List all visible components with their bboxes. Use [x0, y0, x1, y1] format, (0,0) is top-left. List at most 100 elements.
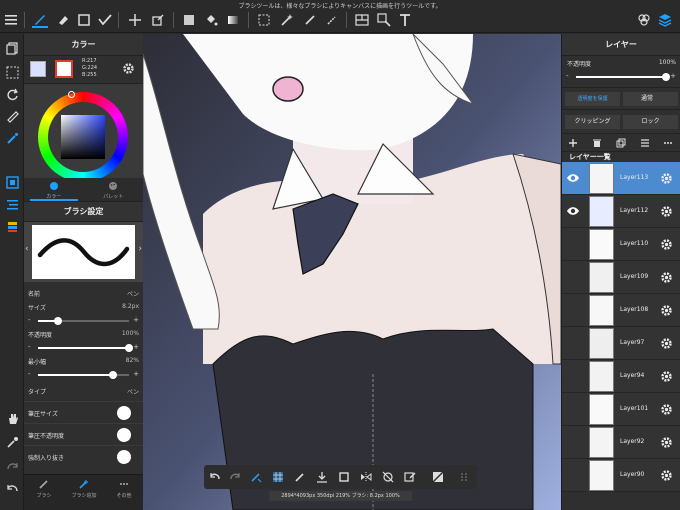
layer-row[interactable]: Layer109 — [562, 261, 680, 294]
layer-row[interactable]: Layer113 — [562, 162, 680, 195]
plus-icon[interactable]: + — [670, 72, 676, 80]
drawing-canvas[interactable] — [143, 34, 561, 510]
gear-icon[interactable] — [660, 337, 673, 352]
hue-marker[interactable] — [68, 91, 75, 98]
gear-icon[interactable] — [660, 370, 673, 385]
slider-knob[interactable] — [54, 317, 63, 325]
eyedropper-icon[interactable] — [4, 434, 20, 450]
plus-icon[interactable]: + — [133, 343, 139, 351]
color-panel-icon[interactable] — [4, 174, 20, 190]
main-color-swatch[interactable] — [30, 61, 46, 77]
hand-icon[interactable] — [4, 410, 20, 426]
layer-row[interactable]: Layer97 — [562, 327, 680, 360]
slider-track[interactable] — [38, 317, 129, 325]
download-icon[interactable] — [314, 469, 330, 485]
slider-track[interactable] — [576, 73, 670, 81]
slider-knob[interactable] — [125, 344, 133, 352]
tab-more[interactable]: その他 — [104, 479, 144, 499]
eye-hidden-slot[interactable] — [566, 370, 580, 382]
slider-knob[interactable] — [108, 371, 117, 379]
pen-select-icon[interactable] — [302, 12, 318, 28]
blend-mode-select[interactable]: 通常 — [623, 92, 678, 106]
pen-icon[interactable] — [292, 469, 308, 485]
move-icon[interactable] — [127, 12, 143, 28]
layer-row[interactable]: Layer92 — [562, 426, 680, 459]
menu-icon[interactable] — [3, 12, 19, 28]
clipping-button[interactable]: クリッピング — [565, 115, 620, 129]
magic-wand-icon[interactable] — [279, 12, 295, 28]
minus-icon[interactable]: - — [28, 343, 31, 351]
lock-button[interactable]: ロック — [623, 115, 678, 129]
rotate-lock-icon[interactable] — [380, 469, 396, 485]
layer-row[interactable]: Layer110 — [562, 228, 680, 261]
layer-row[interactable]: Layer112 — [562, 195, 680, 228]
edit-icon[interactable] — [402, 469, 418, 485]
tab-brush[interactable]: ブラシ — [24, 479, 64, 499]
eye-hidden-slot[interactable] — [566, 238, 580, 250]
gear-icon[interactable] — [122, 62, 135, 77]
frame-icon[interactable] — [354, 12, 370, 28]
layer-row[interactable]: Layer101 — [562, 393, 680, 426]
redo-icon[interactable] — [4, 458, 20, 474]
eye-hidden-slot[interactable] — [566, 469, 580, 481]
hue-wheel[interactable] — [38, 91, 128, 182]
pressure-size-toggle[interactable] — [117, 406, 131, 420]
trash-icon[interactable] — [591, 137, 603, 149]
more-icon[interactable] — [662, 137, 674, 149]
layer-opacity-slider[interactable]: - + — [562, 70, 680, 83]
material-icon[interactable] — [636, 12, 652, 28]
stroke-correction-icon[interactable] — [248, 469, 264, 485]
pages-icon[interactable] — [4, 40, 20, 56]
fill-color-icon[interactable] — [181, 12, 197, 28]
select-rect-icon[interactable] — [256, 12, 272, 28]
protect-alpha-button[interactable]: 透明度を保護 — [565, 92, 620, 106]
gear-icon[interactable] — [660, 172, 673, 187]
brush-icon[interactable] — [32, 12, 48, 28]
eye-hidden-slot[interactable] — [566, 436, 580, 448]
minus-icon[interactable]: - — [566, 72, 569, 80]
minus-icon[interactable]: - — [28, 316, 31, 324]
square-icon[interactable] — [76, 12, 92, 28]
slider-knob[interactable] — [662, 73, 670, 81]
grip-icon[interactable] — [456, 469, 472, 485]
tab-brush-add[interactable]: ブラシ追加 — [64, 479, 104, 499]
gear-icon[interactable] — [660, 271, 673, 286]
duplicate-layer-icon[interactable] — [615, 137, 627, 149]
gear-icon[interactable] — [660, 238, 673, 253]
layer-row[interactable]: Layer90 — [562, 459, 680, 492]
text-icon[interactable] — [397, 12, 413, 28]
minus-icon[interactable]: - — [28, 370, 31, 378]
tab-color[interactable]: カラー — [24, 181, 84, 200]
eye-hidden-slot[interactable] — [566, 403, 580, 415]
brush-name-row[interactable]: 名前 ペン — [24, 286, 143, 300]
gear-icon[interactable] — [660, 205, 673, 220]
force-taper-toggle[interactable] — [117, 450, 131, 464]
layer-list-icon[interactable] — [639, 137, 651, 149]
layer-row[interactable]: Layer94 — [562, 360, 680, 393]
opacity-slider[interactable]: - + — [24, 341, 143, 354]
undo-icon[interactable] — [207, 469, 223, 485]
flip-icon[interactable] — [358, 469, 374, 485]
square-icon[interactable] — [336, 469, 352, 485]
brush-settings-icon[interactable] — [4, 218, 20, 234]
eye-hidden-slot[interactable] — [566, 304, 580, 316]
snap-grid-icon[interactable] — [270, 469, 286, 485]
gear-icon[interactable] — [660, 304, 673, 319]
size-slider[interactable]: - + — [24, 314, 143, 327]
type-row[interactable]: タイプ ペン — [24, 381, 143, 401]
saturation-value-square[interactable] — [61, 115, 105, 159]
rotate-icon[interactable] — [4, 86, 20, 102]
filter-icon[interactable] — [430, 469, 446, 485]
bucket-icon[interactable] — [203, 12, 219, 28]
tab-palette[interactable]: パレット — [84, 181, 144, 200]
chevron-left-icon[interactable]: ‹ — [25, 244, 29, 254]
gradient-icon[interactable] — [225, 12, 241, 28]
eye-hidden-slot[interactable] — [566, 337, 580, 349]
pen-icon[interactable] — [97, 12, 113, 28]
eraser-icon[interactable] — [55, 12, 71, 28]
select-pen-icon[interactable] — [324, 12, 340, 28]
layers-icon[interactable] — [657, 12, 673, 28]
min-width-slider[interactable]: - + — [24, 368, 143, 381]
layer-row[interactable]: Layer108 — [562, 294, 680, 327]
chevron-right-icon[interactable]: › — [138, 244, 142, 254]
